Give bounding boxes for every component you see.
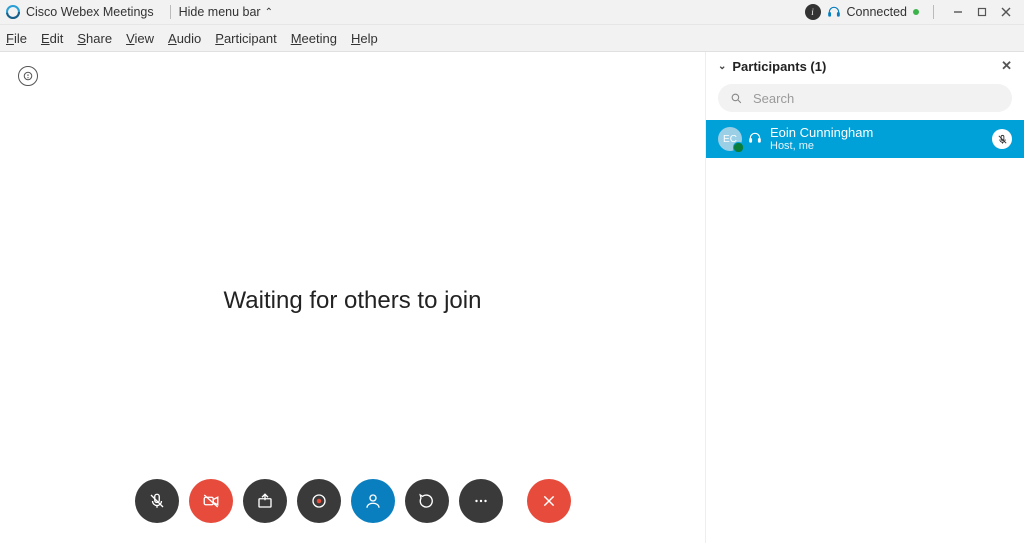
participant-row[interactable]: EC Eoin Cunningham Host, me (706, 120, 1024, 158)
headset-icon (748, 131, 762, 148)
chevron-up-icon: ⌃ (265, 7, 273, 18)
menu-participant[interactable]: Participant (215, 31, 276, 46)
menu-view[interactable]: View (126, 31, 154, 46)
participant-text: Eoin Cunningham Host, me (770, 126, 873, 152)
hide-menu-button[interactable]: Hide menu bar ⌃ (179, 5, 273, 19)
window-close-button[interactable] (994, 4, 1018, 20)
participant-mute-icon[interactable] (992, 129, 1012, 149)
chevron-down-icon[interactable]: ⌄ (718, 61, 726, 72)
app-title: Cisco Webex Meetings (26, 5, 154, 19)
info-badge-icon[interactable]: i (805, 4, 821, 20)
avatar: EC (718, 127, 742, 151)
connection-status: Connected (847, 5, 919, 19)
hide-menu-label: Hide menu bar (179, 5, 261, 19)
headset-icon[interactable] (827, 5, 841, 19)
title-divider-2 (933, 5, 934, 19)
menu-meeting[interactable]: Meeting (291, 31, 337, 46)
menu-share[interactable]: Share (77, 31, 112, 46)
presence-dot-icon (733, 142, 744, 153)
meeting-controls (0, 479, 705, 523)
menu-help[interactable]: Help (351, 31, 378, 46)
connection-dot-icon (913, 9, 919, 15)
participant-name: Eoin Cunningham (770, 126, 873, 140)
meeting-info-button[interactable] (18, 66, 38, 86)
waiting-label: Waiting for others to join (0, 287, 705, 315)
participants-title: Participants (1) (732, 59, 826, 74)
close-panel-button[interactable]: ✕ (1001, 58, 1012, 74)
participants-panel: ⌄ Participants (1) ✕ EC Eoin Cunningham … (705, 52, 1024, 543)
participants-button[interactable] (351, 479, 395, 523)
menu-audio[interactable]: Audio (168, 31, 201, 46)
video-area: Waiting for others to join (0, 52, 705, 543)
chat-button[interactable] (405, 479, 449, 523)
menu-bar: File Edit Share View Audio Participant M… (0, 25, 1024, 52)
share-button[interactable] (243, 479, 287, 523)
webex-logo-icon (6, 5, 20, 19)
end-meeting-button[interactable] (527, 479, 571, 523)
connection-label: Connected (847, 5, 907, 19)
participant-search-input[interactable] (751, 90, 955, 107)
record-button[interactable] (297, 479, 341, 523)
main-body: Waiting for others to join (0, 52, 1024, 543)
window-minimize-button[interactable] (946, 4, 970, 20)
menu-edit[interactable]: Edit (41, 31, 63, 46)
menu-file[interactable]: File (6, 31, 27, 46)
participant-search[interactable] (718, 84, 1012, 112)
participant-subtitle: Host, me (770, 140, 873, 152)
stop-video-button[interactable] (189, 479, 233, 523)
mute-button[interactable] (135, 479, 179, 523)
participants-header: ⌄ Participants (1) ✕ (706, 52, 1024, 80)
window-maximize-button[interactable] (970, 4, 994, 20)
search-icon (730, 92, 743, 105)
more-options-button[interactable] (459, 479, 503, 523)
title-bar: Cisco Webex Meetings Hide menu bar ⌃ i C… (0, 0, 1024, 25)
title-divider (170, 5, 171, 19)
